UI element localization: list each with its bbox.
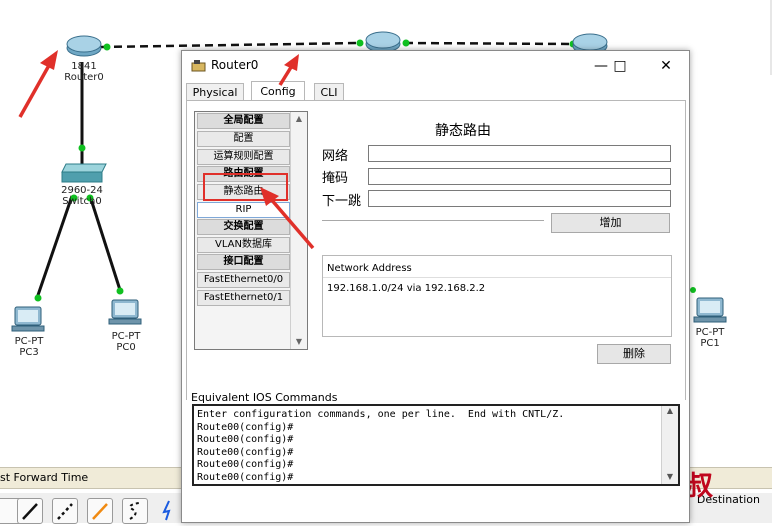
menu-item-static-route[interactable]: 静态路由	[197, 184, 290, 200]
ios-line: Enter configuration commands, one per li…	[197, 409, 565, 420]
pc-icon[interactable]	[693, 297, 727, 323]
link-status-dot	[402, 39, 410, 47]
delete-route-button[interactable]: 删除	[597, 344, 671, 364]
menu-item-rip[interactable]: RIP	[197, 202, 290, 218]
menu-header-interface[interactable]: 接口配置	[197, 254, 290, 270]
tab-config[interactable]: Config	[251, 81, 305, 101]
ios-line: Route00(config)#	[197, 472, 294, 483]
ethernet-link[interactable]	[88, 195, 122, 291]
router-app-icon	[191, 60, 206, 72]
device-label-switch0: 2960-24 Switch0	[61, 185, 103, 207]
tool-line-button[interactable]	[17, 498, 43, 524]
link-status-dot	[34, 294, 42, 302]
next-hop-input[interactable]	[368, 190, 671, 207]
menu-item-fastethernet0-0[interactable]: FastEthernet0/0	[197, 272, 290, 288]
console-scrollbar[interactable]: ▲ ▼	[661, 406, 678, 484]
scroll-down-arrow[interactable]: ▼	[662, 472, 678, 484]
tool-curve-button[interactable]	[122, 498, 148, 524]
menu-item-vlan-database[interactable]: VLAN数据库	[197, 237, 290, 253]
link-status-dot	[690, 287, 696, 293]
link-status-dot	[356, 39, 364, 47]
ethernet-link[interactable]	[35, 195, 74, 299]
link-status-dot	[103, 43, 111, 51]
ios-commands-label: Equivalent IOS Commands	[191, 391, 338, 404]
ios-line: Route00(config)#	[197, 459, 294, 470]
tool-lightning-icon[interactable]	[157, 498, 183, 524]
router-config-dialog: Router0 — □ ✕ Physical Config CLI 全局配置 配…	[181, 50, 690, 523]
dialog-titlebar[interactable]: Router0 — □ ✕	[182, 51, 689, 81]
switch-icon[interactable]	[61, 163, 107, 183]
forward-time-label: st Forward Time	[0, 471, 89, 484]
menu-item-settings[interactable]: 配置	[197, 131, 290, 147]
ios-command-console[interactable]: Enter configuration commands, one per li…	[192, 404, 680, 486]
router-icon[interactable]	[365, 31, 401, 53]
tool-orange-line-button[interactable]	[87, 498, 113, 524]
menu-item-algorithm[interactable]: 运算规则配置	[197, 149, 290, 165]
add-route-button[interactable]: 增加	[551, 213, 670, 233]
pc-icon[interactable]	[108, 299, 142, 325]
device-label-router0: 1841 Router0	[64, 61, 104, 83]
dialog-title: Router0	[211, 58, 259, 72]
close-button[interactable]: ✕	[651, 56, 681, 76]
scroll-up-arrow[interactable]: ▲	[291, 112, 307, 126]
router-icon[interactable]	[66, 35, 102, 57]
network-label: 网络	[322, 149, 349, 164]
route-table: Network Address 192.168.1.0/24 via 192.1…	[322, 255, 672, 337]
menu-header-global[interactable]: 全局配置	[197, 113, 290, 129]
scroll-down-arrow[interactable]: ▼	[291, 335, 307, 349]
serial-link[interactable]	[404, 41, 574, 46]
menu-header-switching[interactable]: 交换配置	[197, 219, 290, 235]
tab-cli[interactable]: CLI	[314, 83, 344, 100]
pc-icon[interactable]	[11, 306, 45, 332]
static-route-title: 静态路由	[435, 123, 491, 139]
config-panel: 全局配置 配置 运算规则配置 路由配置 静态路由 RIP 交换配置 VLAN数据…	[186, 100, 686, 400]
tab-physical[interactable]: Physical	[186, 83, 244, 100]
menu-item-fastethernet0-1[interactable]: FastEthernet0/1	[197, 290, 290, 306]
mask-label: 掩码	[322, 171, 349, 186]
link-status-dot	[78, 144, 86, 152]
next-hop-label: 下一跳	[322, 194, 362, 209]
device-label-pc0: PC-PT PC0	[111, 331, 141, 353]
route-table-header: Network Address	[327, 263, 412, 274]
maximize-button[interactable]: □	[605, 56, 635, 76]
ios-line: Route00(config)#	[197, 434, 294, 445]
menu-header-routing[interactable]: 路由配置	[197, 166, 290, 182]
serial-link[interactable]	[100, 41, 361, 49]
mask-input[interactable]	[368, 168, 671, 185]
scroll-up-arrow[interactable]: ▲	[662, 406, 678, 418]
link-status-dot	[116, 287, 124, 295]
form-separator	[322, 220, 544, 221]
tool-dashed-button[interactable]	[52, 498, 78, 524]
device-label-pc3: PC-PT PC3	[14, 336, 44, 358]
config-menu-list: 全局配置 配置 运算规则配置 路由配置 静态路由 RIP 交换配置 VLAN数据…	[194, 111, 308, 350]
route-table-row[interactable]: 192.168.1.0/24 via 192.168.2.2	[327, 283, 485, 294]
menu-scrollbar[interactable]: ▲ ▼	[290, 112, 307, 349]
network-input[interactable]	[368, 145, 671, 162]
